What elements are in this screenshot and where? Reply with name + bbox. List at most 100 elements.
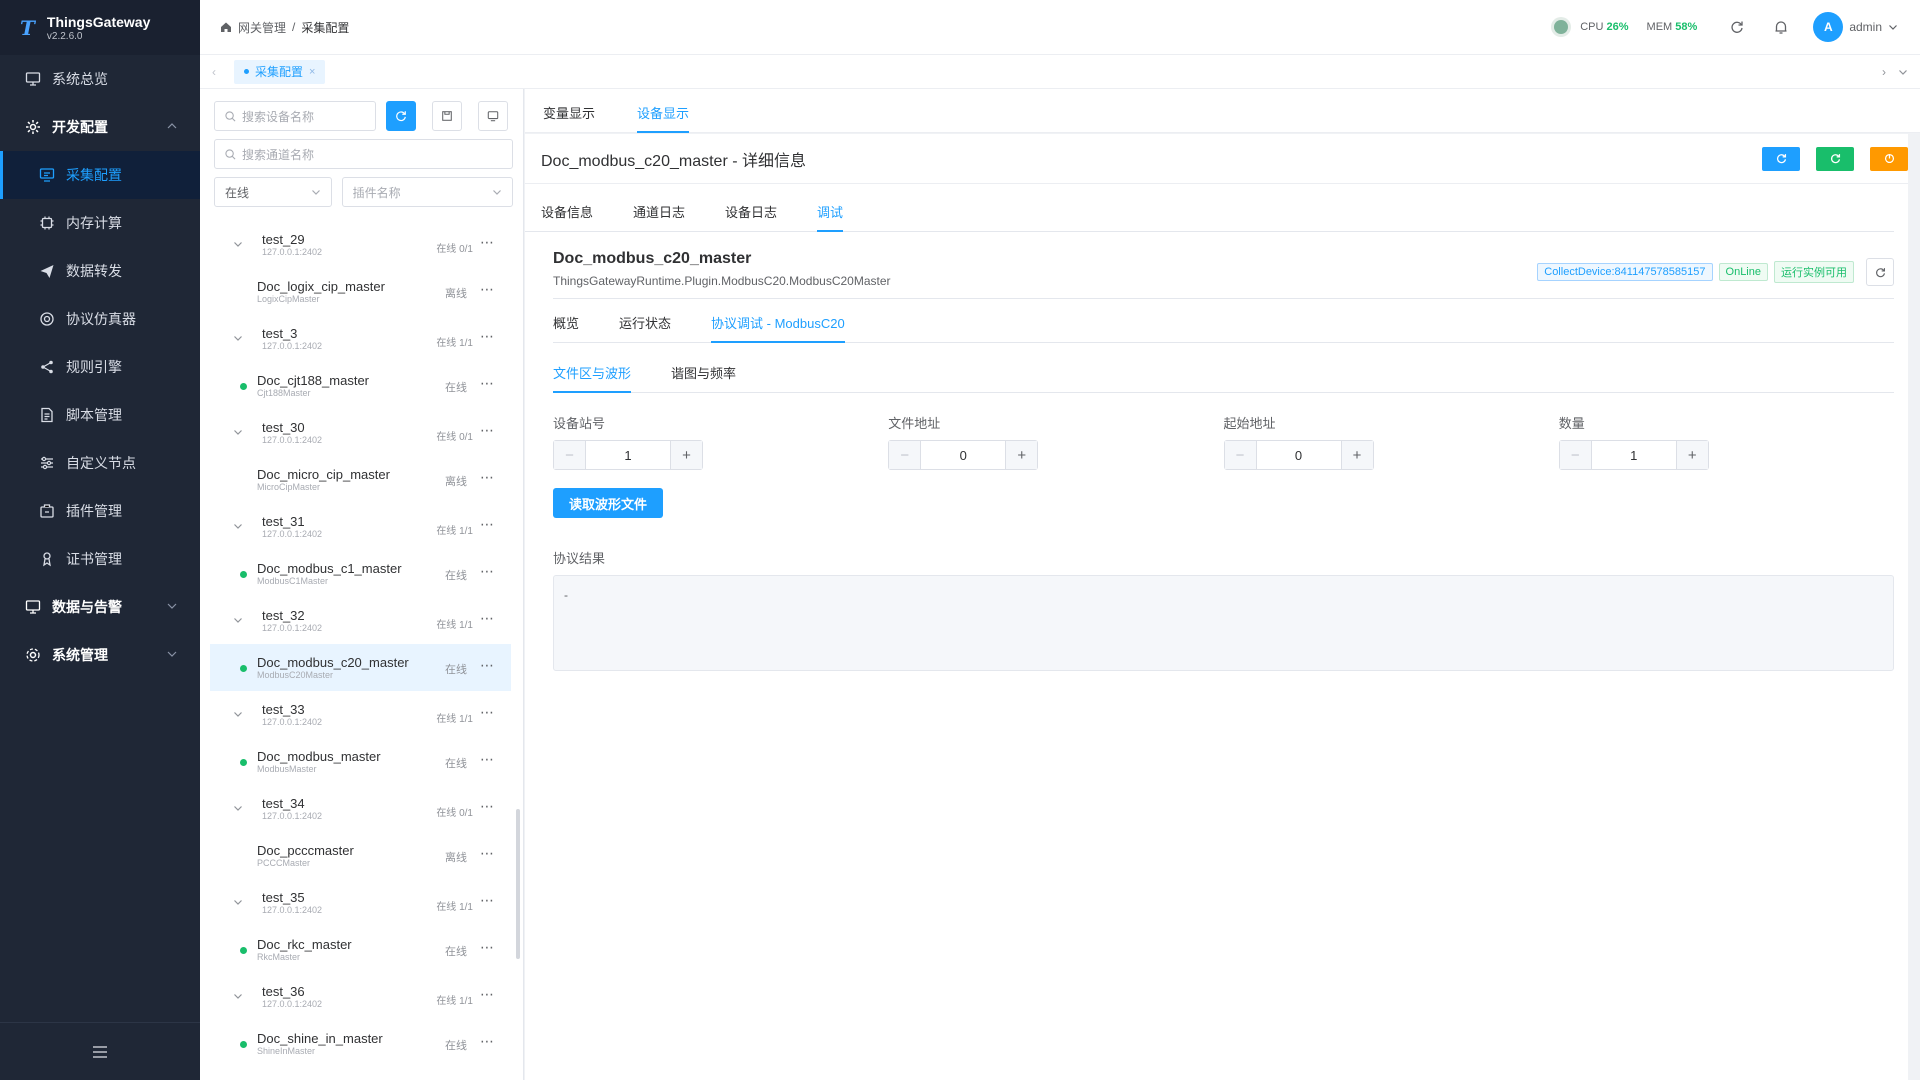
- more-icon[interactable]: ⋯: [480, 657, 495, 674]
- refresh-button[interactable]: [1762, 146, 1800, 171]
- tree-device-row[interactable]: Doc_cjt188_master Cjt188Master 在线 ⋯: [210, 362, 511, 409]
- tab-file-waveform[interactable]: 文件区与波形: [553, 363, 632, 393]
- more-icon[interactable]: ⋯: [480, 563, 495, 580]
- more-icon[interactable]: ⋯: [480, 798, 495, 815]
- tree-channel-row[interactable]: test_33 127.0.0.1:2402 在线 1/1 ⋯: [210, 691, 511, 738]
- search-channel-input[interactable]: 搜索通道名称: [214, 139, 513, 169]
- tab-debug[interactable]: 调试: [817, 202, 844, 232]
- tree-device-row[interactable]: Doc_modbus_master ModbusMaster 在线 ⋯: [210, 738, 511, 785]
- tree-device-row[interactable]: Doc_pcccmaster PCCCMaster 离线 ⋯: [210, 832, 511, 879]
- decrement-button[interactable]: −: [554, 441, 586, 469]
- sidebar-item-simulator[interactable]: 协议仿真器: [0, 295, 200, 343]
- sidebar-item-collect[interactable]: 采集配置: [0, 151, 200, 199]
- tab-device-info[interactable]: 设备信息: [541, 202, 593, 231]
- stepper-value[interactable]: 1: [586, 448, 670, 463]
- pause-button[interactable]: [1870, 146, 1908, 171]
- sidebar-group-dev[interactable]: 开发配置: [0, 103, 200, 151]
- read-waveform-button[interactable]: 读取波形文件: [553, 488, 663, 518]
- more-icon[interactable]: ⋯: [480, 375, 495, 392]
- chevron-down-icon[interactable]: [228, 801, 248, 816]
- sidebar-item-forward[interactable]: 数据转发: [0, 247, 200, 295]
- more-icon[interactable]: ⋯: [480, 610, 495, 627]
- quantity-stepper[interactable]: − 1 +: [1558, 440, 1709, 470]
- increment-button[interactable]: +: [1675, 441, 1708, 469]
- tree-device-row[interactable]: Doc_logix_cip_master LogixCipMaster 离线 ⋯: [210, 268, 511, 315]
- chevron-down-icon[interactable]: [228, 237, 248, 252]
- tree-device-row[interactable]: Doc_micro_cip_master MicroCipMaster 离线 ⋯: [210, 456, 511, 503]
- tree-device-row[interactable]: Doc_modbus_c20_master ModbusC20Master 在线 ⋯: [210, 644, 511, 691]
- tab-device-log[interactable]: 设备日志: [725, 202, 777, 231]
- decrement-button[interactable]: −: [889, 441, 922, 469]
- bell-icon[interactable]: [1771, 17, 1791, 37]
- tree-scrollbar[interactable]: [516, 809, 520, 959]
- tab-scroll-right-icon[interactable]: ›: [1882, 65, 1886, 79]
- tree-channel-row[interactable]: test_30 127.0.0.1:2402 在线 0/1 ⋯: [210, 409, 511, 456]
- sidebar-item-rules[interactable]: 规则引擎: [0, 343, 200, 391]
- home-icon[interactable]: [220, 21, 232, 33]
- sidebar-item-overview[interactable]: 系统总览: [0, 55, 200, 103]
- more-icon[interactable]: ⋯: [480, 469, 495, 486]
- restart-button[interactable]: [1816, 146, 1854, 171]
- more-icon[interactable]: ⋯: [480, 986, 495, 1003]
- tab-collect-config[interactable]: 采集配置 ×: [234, 59, 326, 84]
- tree-channel-row[interactable]: test_34 127.0.0.1:2402 在线 0/1 ⋯: [210, 785, 511, 832]
- more-icon[interactable]: ⋯: [480, 422, 495, 439]
- plugin-select[interactable]: 插件名称: [341, 177, 513, 207]
- tree-channel-row[interactable]: test_36 127.0.0.1:2402 在线 1/1 ⋯: [210, 973, 511, 1020]
- chevron-down-icon[interactable]: [228, 895, 248, 910]
- tab-run-status[interactable]: 运行状态: [619, 313, 671, 342]
- sidebar-group-data-alarm[interactable]: 数据与告警: [0, 583, 200, 631]
- chevron-down-icon[interactable]: [228, 707, 248, 722]
- tab-variables[interactable]: 变量显示: [543, 103, 615, 132]
- tab-channel-log[interactable]: 通道日志: [633, 202, 685, 231]
- avatar[interactable]: A: [1813, 12, 1844, 42]
- stepper-value[interactable]: 1: [1592, 448, 1676, 463]
- more-icon[interactable]: ⋯: [480, 1033, 495, 1050]
- status-select[interactable]: 在线: [214, 177, 332, 207]
- more-icon[interactable]: ⋯: [480, 234, 495, 251]
- sidebar-item-memory[interactable]: 内存计算: [0, 199, 200, 247]
- station-stepper[interactable]: − 1 +: [553, 440, 703, 470]
- chevron-down-icon[interactable]: [228, 989, 248, 1004]
- refresh-button[interactable]: [386, 101, 416, 131]
- tree-device-row[interactable]: Doc_shine_in_master ShineInMaster 在线 ⋯: [210, 1020, 511, 1067]
- increment-button[interactable]: +: [1340, 441, 1373, 469]
- tab-protocol-debug[interactable]: 协议调试 - ModbusC20: [711, 313, 845, 343]
- save-button[interactable]: [432, 101, 462, 131]
- chevron-down-icon[interactable]: [228, 613, 248, 628]
- tree-channel-row[interactable]: test_29 127.0.0.1:2402 在线 0/1 ⋯: [210, 221, 511, 268]
- decrement-button[interactable]: −: [1224, 441, 1257, 469]
- tree-device-row[interactable]: Doc_modbus_c1_master ModbusC1Master 在线 ⋯: [210, 550, 511, 597]
- close-icon[interactable]: ×: [309, 66, 315, 78]
- refresh-icon[interactable]: [1727, 17, 1747, 37]
- file-address-stepper[interactable]: − 0 +: [888, 440, 1039, 470]
- monitor-button[interactable]: [478, 101, 508, 131]
- stepper-value[interactable]: 0: [921, 448, 1005, 463]
- more-icon[interactable]: ⋯: [480, 751, 495, 768]
- chevron-down-icon[interactable]: [228, 331, 248, 346]
- tab-harmonic-frequency[interactable]: 谐图与频率: [671, 363, 736, 392]
- sidebar-group-system[interactable]: 系统管理: [0, 631, 200, 679]
- chevron-down-icon[interactable]: [228, 519, 248, 534]
- chevron-down-icon[interactable]: [1888, 22, 1898, 32]
- decrement-button[interactable]: −: [1559, 441, 1592, 469]
- tree-channel-row[interactable]: test_35 127.0.0.1:2402 在线 1/1 ⋯: [210, 879, 511, 926]
- tree-channel-row[interactable]: test_37: [210, 1067, 511, 1080]
- chevron-down-icon[interactable]: [1898, 67, 1908, 77]
- refresh-button[interactable]: [1866, 258, 1894, 286]
- user-name[interactable]: admin: [1849, 20, 1882, 34]
- increment-button[interactable]: +: [670, 441, 702, 469]
- collapse-sidebar-button[interactable]: [0, 1022, 200, 1080]
- more-icon[interactable]: ⋯: [480, 516, 495, 533]
- tab-scroll-left-icon[interactable]: ‹: [200, 65, 228, 79]
- more-icon[interactable]: ⋯: [480, 328, 495, 345]
- stepper-value[interactable]: 0: [1257, 448, 1341, 463]
- more-icon[interactable]: ⋯: [480, 892, 495, 909]
- search-device-input[interactable]: 搜索设备名称: [214, 101, 376, 131]
- breadcrumb-root[interactable]: 网关管理: [238, 19, 286, 36]
- start-address-stepper[interactable]: − 0 +: [1223, 440, 1374, 470]
- tree-device-row[interactable]: Doc_rkc_master RkcMaster 在线 ⋯: [210, 926, 511, 973]
- sidebar-item-scripts[interactable]: 脚本管理: [0, 391, 200, 439]
- sidebar-item-certs[interactable]: 证书管理: [0, 535, 200, 583]
- increment-button[interactable]: +: [1005, 441, 1038, 469]
